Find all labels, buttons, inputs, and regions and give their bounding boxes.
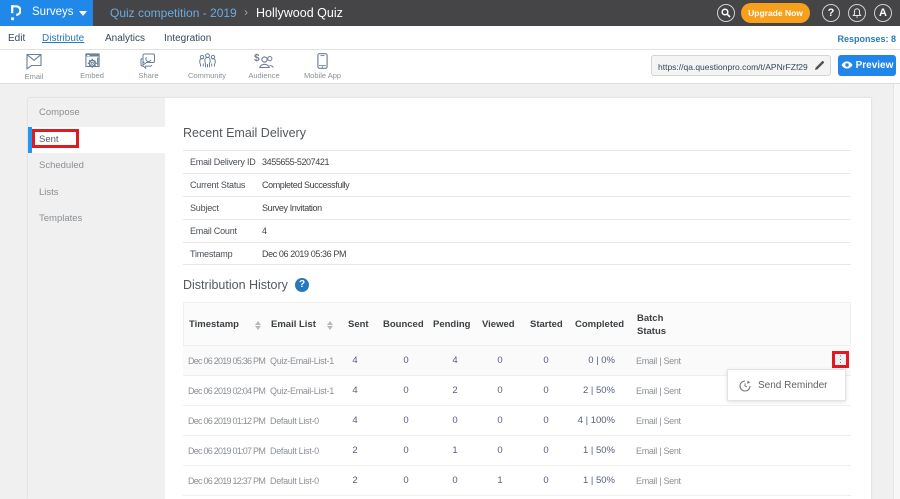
svg-text:$: $ <box>254 53 260 64</box>
